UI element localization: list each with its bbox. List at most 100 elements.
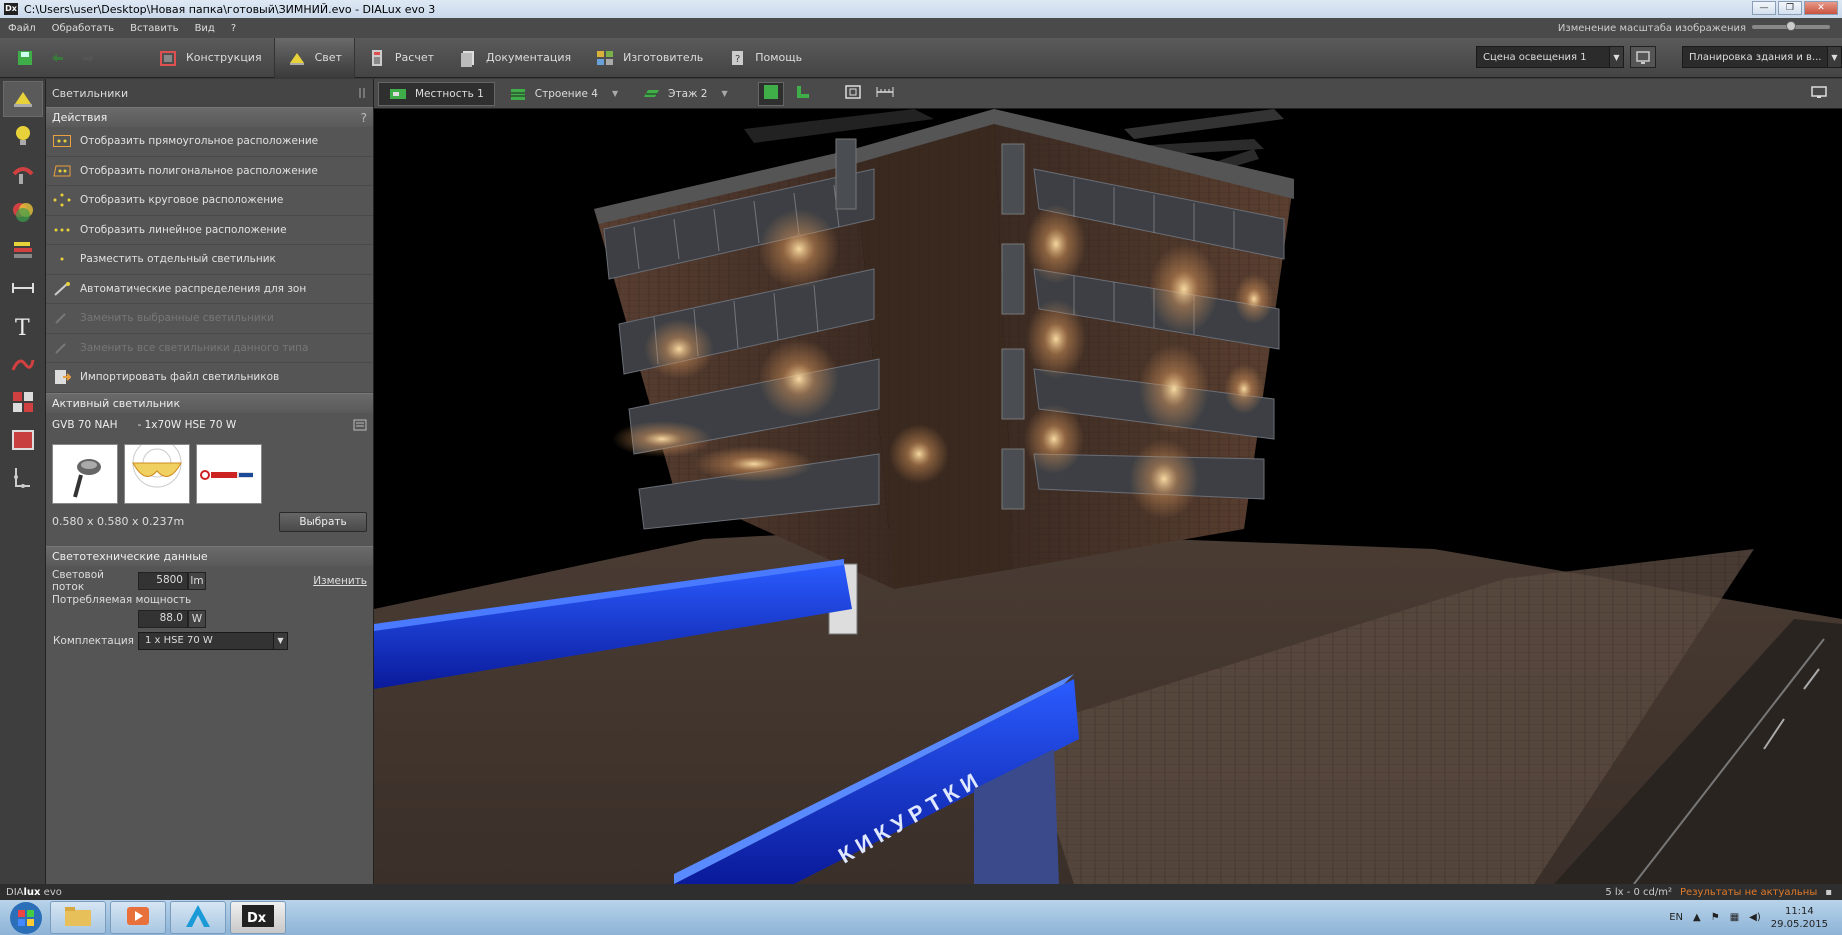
building-plan-value: Планировка здания и в... (1689, 51, 1822, 63)
action-rectangular-arrangement[interactable]: Отобразить прямоугольное расположение (46, 127, 373, 157)
view-3d-button[interactable] (757, 81, 784, 106)
tool-path[interactable] (3, 461, 43, 497)
layers-icon (9, 236, 37, 267)
tool-text[interactable]: T (3, 309, 43, 345)
luminous-flux-field[interactable]: 5800 (138, 571, 188, 590)
action-circular-arrangement[interactable]: Отобразить круговое расположение (46, 186, 373, 216)
taskbar-media-player[interactable] (110, 901, 166, 934)
tab-manufacturer[interactable]: Изготовитель (583, 38, 715, 78)
luminous-flux-unit: lm (188, 571, 206, 590)
tool-grid[interactable] (3, 385, 43, 421)
taskbar-explorer[interactable] (50, 901, 106, 934)
linear-arrangement-icon (52, 223, 72, 237)
help-icon[interactable]: ? (361, 111, 367, 125)
3d-viewport[interactable]: К И К У Р Т К И (374, 109, 1842, 884)
chevron-up-icon[interactable]: ▲ (1693, 912, 1701, 923)
pipette-icon (9, 160, 37, 191)
active-luminaire: GVB 70 NAH - 1x70W HSE 70 W 0.580 x 0.58… (46, 413, 373, 538)
grip-icon[interactable] (359, 88, 365, 98)
maximize-button[interactable]: ❐ (1778, 1, 1802, 15)
menu-insert[interactable]: Вставить (122, 23, 186, 34)
zoom-slider-knob[interactable] (1786, 21, 1796, 31)
luminous-flux-label: Световой поток (52, 568, 104, 593)
power-field[interactable]: 88.0 (138, 609, 188, 628)
tool-colors[interactable] (3, 195, 43, 231)
clock[interactable]: 11:14 29.05.2015 (1771, 905, 1828, 931)
action-auto-distribution[interactable]: Автоматические распределения для зон (46, 275, 373, 304)
tab-terrain[interactable]: Местность 1 (378, 81, 495, 106)
measure-view-button[interactable] (872, 82, 898, 106)
tool-layers[interactable] (3, 233, 43, 269)
window-title: C:\Users\user\Desktop\Новая папка\готовы… (24, 2, 436, 16)
power-row: 88.0 W (46, 608, 373, 630)
action-label: Отобразить линейное расположение (80, 223, 287, 236)
import-file-icon (52, 370, 72, 385)
redo-icon[interactable] (80, 49, 98, 67)
select-button[interactable]: Выбрать (279, 511, 367, 532)
tab-light[interactable]: Свет (273, 37, 355, 78)
tab-help[interactable]: ? Помощь (715, 38, 814, 78)
path-icon (9, 464, 37, 495)
luminaire-ldc-diagram[interactable] (124, 438, 190, 504)
document-icon (458, 48, 478, 68)
start-button[interactable] (6, 901, 46, 935)
copy-icon[interactable] (353, 419, 367, 434)
lighting-scene-dropdown[interactable]: Сцена освещения 1 ▼ (1476, 46, 1624, 68)
tool-luminaires[interactable] (3, 81, 43, 117)
menu-help[interactable]: ? (223, 23, 244, 34)
equipment-value: 1 x HSE 70 W (145, 635, 213, 646)
action-replace-selected: Заменить выбранные светильники (46, 304, 373, 334)
plan-view-icon (795, 84, 811, 103)
zoom-slider[interactable] (1752, 21, 1830, 31)
media-player-icon (124, 904, 152, 931)
close-button[interactable]: ✕ (1804, 1, 1838, 15)
menu-view[interactable]: Вид (187, 23, 223, 34)
undo-icon[interactable] (48, 49, 66, 67)
manufacturer-logo[interactable] (196, 443, 262, 504)
help-icon: ? (727, 48, 747, 68)
taskbar-autodesk[interactable] (170, 901, 226, 934)
tab-documentation[interactable]: Документация (446, 38, 583, 78)
tab-calculation[interactable]: Расчет (355, 38, 446, 78)
menu-file[interactable]: Файл (0, 23, 44, 34)
taskbar-dialux[interactable]: Dx (230, 901, 286, 934)
language-indicator[interactable]: EN (1669, 912, 1683, 923)
power-unit: W (188, 609, 206, 628)
results-warning[interactable]: Результаты не актуальны (1680, 887, 1817, 898)
building-plan-dropdown[interactable]: Планировка здания и в... ▼ (1682, 46, 1842, 68)
action-place-single-luminaire[interactable]: Разместить отдельный светильник (46, 245, 373, 275)
chevron-down-icon: ▼ (1827, 47, 1841, 67)
tab-construction[interactable]: Конструкция (146, 38, 274, 78)
minimize-button[interactable]: — (1752, 1, 1776, 15)
action-polygonal-arrangement[interactable]: Отобразить полигональное расположение (46, 157, 373, 186)
change-link[interactable]: Изменить (313, 575, 367, 587)
volume-icon[interactable]: ◀) (1749, 912, 1761, 923)
luminaire-photo[interactable] (52, 443, 118, 504)
fullscreen-button[interactable] (1806, 82, 1832, 106)
monitor-button[interactable] (1630, 46, 1656, 68)
action-linear-arrangement[interactable]: Отобразить линейное расположение (46, 216, 373, 245)
tool-floorplan[interactable] (3, 423, 43, 459)
view-plan-button[interactable] (790, 82, 816, 106)
tool-measure[interactable] (3, 271, 43, 307)
action-import-luminaires[interactable]: Импортировать файл светильников (46, 363, 373, 393)
photometric-section-title[interactable]: Светотехнические данные (46, 545, 373, 566)
main-toolbar: Конструкция Свет Расчет Документация Изг… (0, 37, 1842, 78)
network-icon[interactable]: ▦ (1730, 912, 1739, 923)
zoom-extents-button[interactable] (840, 82, 866, 106)
active-luminaire-section-title[interactable]: Активный светильник (46, 392, 373, 413)
menu-edit[interactable]: Обработать (44, 23, 122, 34)
flag-icon[interactable]: ⚑ (1711, 912, 1720, 923)
tool-pipette[interactable] (3, 157, 43, 193)
info-icon[interactable]: ▪ (1825, 887, 1832, 898)
tab-floor[interactable]: Этаж 2 ▼ (632, 82, 738, 106)
tool-curve[interactable] (3, 347, 43, 383)
save-icon[interactable] (16, 49, 34, 67)
tab-building[interactable]: Строение 4 ▼ (499, 82, 628, 106)
actions-section-title[interactable]: Действия ? (46, 107, 373, 127)
chevron-down-icon[interactable]: ▼ (612, 89, 618, 98)
chevron-down-icon[interactable]: ▼ (722, 89, 728, 98)
svg-text:T: T (15, 316, 30, 340)
equipment-dropdown[interactable]: 1 x HSE 70 W ▼ (138, 631, 288, 650)
tool-light-sources[interactable] (3, 119, 43, 155)
